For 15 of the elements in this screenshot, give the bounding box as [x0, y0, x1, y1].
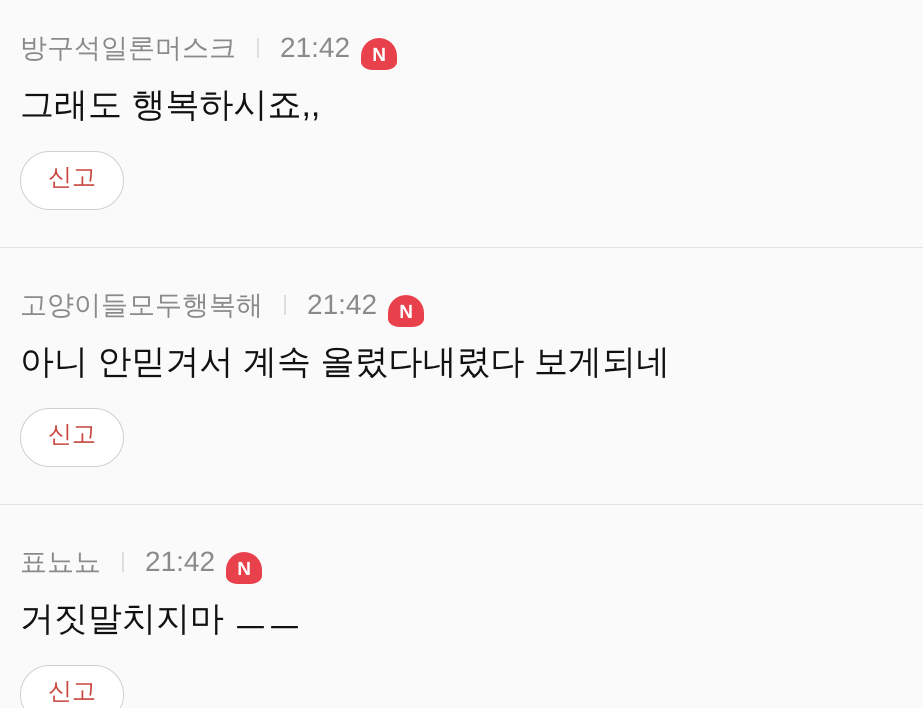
report-button[interactable]: 신고 — [20, 408, 124, 467]
comment-text: 그래도 행복하시죠,, — [20, 85, 322, 126]
report-button[interactable]: 신고 — [20, 151, 124, 210]
report-button[interactable]: 신고 — [20, 665, 124, 708]
comment-time: 21:42 — [145, 545, 216, 579]
comment-text: 아니 안믿겨서 계속 올렸다내렸다 보게되네 — [20, 342, 671, 383]
new-badge: N — [226, 552, 262, 584]
new-badge: N — [388, 295, 424, 327]
new-badge: N — [361, 38, 398, 70]
author-name: 표뇨뇨 — [20, 546, 101, 579]
comment-time: 21:42 — [280, 31, 350, 65]
comment-time: 21:42 — [307, 288, 378, 322]
author-name: 방구석일론머스크 — [20, 32, 236, 65]
author-name: 고양이들모두행복해 — [20, 289, 263, 322]
comment-text: 거짓말치지마 ㅡㅡ — [20, 599, 302, 640]
